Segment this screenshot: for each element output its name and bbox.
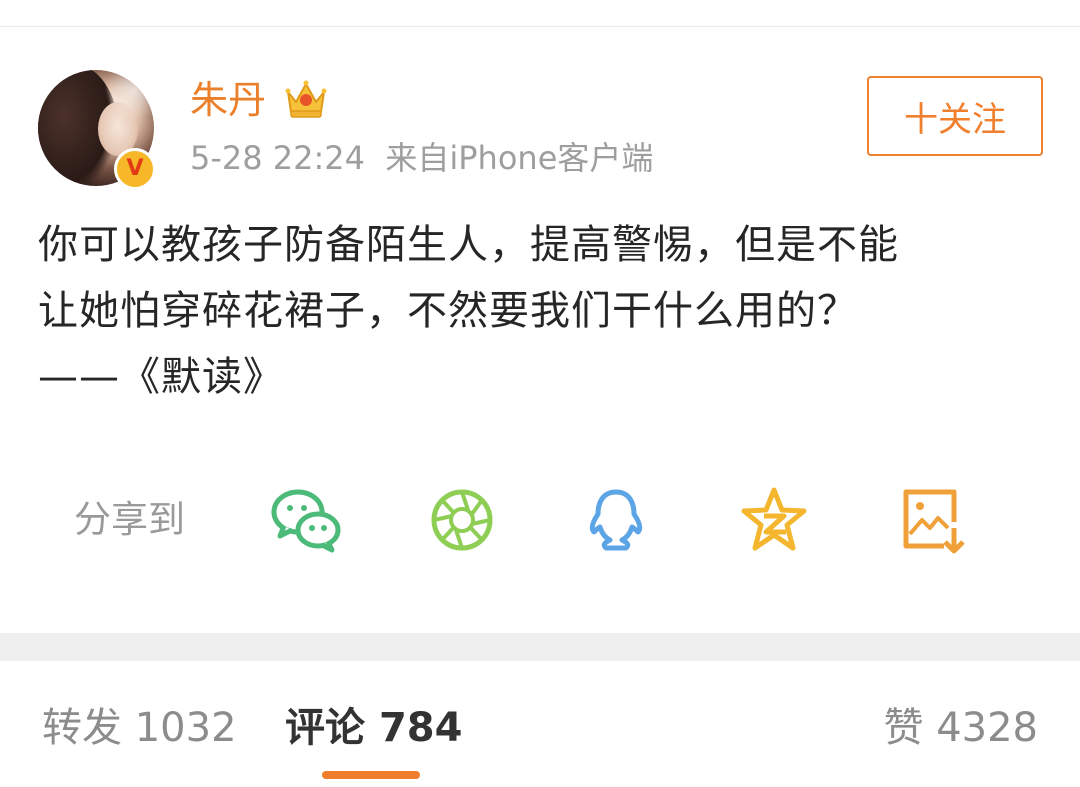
moments-icon[interactable] — [428, 486, 500, 554]
share-label: 分享到 — [74, 498, 185, 541]
tab-comments-label: 评论 — [285, 705, 365, 751]
post-text-line: ——《默读》 — [38, 354, 284, 400]
verified-badge-letter: V — [126, 156, 144, 181]
wechat-icon[interactable] — [270, 486, 342, 554]
tab-repost-count: 1032 — [134, 705, 237, 751]
active-tab-indicator — [322, 771, 420, 779]
crown-icon — [285, 80, 327, 118]
tab-likes[interactable]: 赞 4328 — [883, 702, 1038, 754]
post-meta: 5-28 22:24 来自iPhone客户端 — [190, 134, 653, 182]
post-text-line: 你可以教孩子防备陌生人，提高警惕，但是不能 — [38, 222, 899, 268]
tab-comments-count: 784 — [378, 705, 463, 751]
section-divider — [0, 633, 1080, 661]
tab-repost[interactable]: 转发 1032 — [42, 702, 237, 754]
weibo-post-screen: V 朱丹 5-28 22:24 来自iPhone客户端 十关注 你可以教孩子防备… — [0, 0, 1080, 787]
post-source: 来自iPhone客户端 — [385, 139, 654, 177]
follow-button[interactable]: 十关注 — [867, 76, 1043, 156]
post-text-line: 让她怕穿碎花裙子，不然要我们干什么用的？ — [38, 288, 858, 334]
top-divider — [0, 26, 1080, 27]
tab-comments[interactable]: 评论 784 — [285, 702, 462, 754]
post-timestamp: 5-28 22:24 — [190, 139, 366, 177]
tab-likes-count: 4328 — [936, 705, 1038, 751]
qq-icon[interactable] — [580, 486, 652, 554]
tab-likes-label: 赞 — [883, 705, 924, 751]
qzone-icon[interactable] — [738, 486, 810, 554]
tab-repost-label: 转发 — [42, 705, 122, 751]
author-name[interactable]: 朱丹 — [190, 74, 266, 126]
verified-badge-icon: V — [114, 148, 156, 190]
post-text: 你可以教孩子防备陌生人，提高警惕，但是不能 让她怕穿碎花裙子，不然要我们干什么用… — [38, 212, 1048, 410]
save-image-icon[interactable] — [898, 486, 970, 554]
